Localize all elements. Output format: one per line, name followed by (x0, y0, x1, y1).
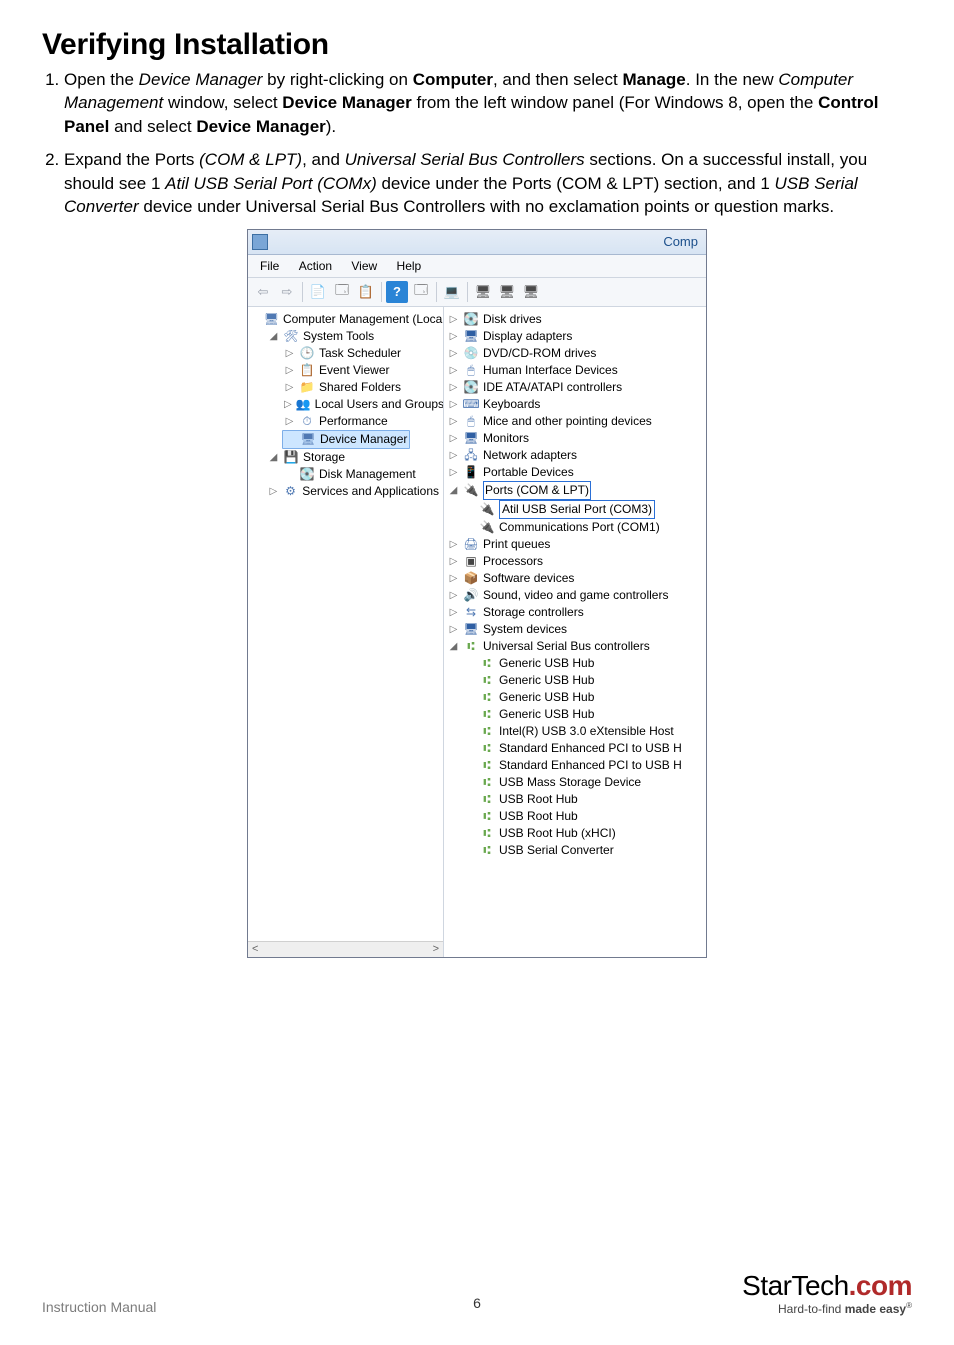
dev-com1[interactable]: ▷🔌Communications Port (COM1) (462, 519, 704, 536)
back-button[interactable]: ⇦ (252, 281, 274, 303)
dev-mice[interactable]: ▷🖱Mice and other pointing devices (446, 413, 704, 430)
menu-help[interactable]: Help (389, 257, 430, 275)
dev-usb-root-hub[interactable]: ▷⑆USB Root Hub (462, 808, 704, 825)
scroll-left-icon[interactable]: < (252, 943, 258, 955)
dev-storage-ctl[interactable]: ▷⇆Storage controllers (446, 604, 704, 621)
page-heading: Verifying Installation (42, 28, 912, 62)
separator (436, 282, 437, 302)
dev-portable[interactable]: ▷📱Portable Devices (446, 464, 704, 481)
menubar: File Action View Help (248, 255, 706, 278)
dev-usb-hub[interactable]: ▷⑆Generic USB Hub (462, 706, 704, 723)
scroll-right-icon[interactable]: > (433, 943, 439, 955)
footer-label: Instruction Manual (42, 1299, 156, 1315)
dev-monitors[interactable]: ▷🖥Monitors (446, 430, 704, 447)
tree-disk-management[interactable]: ▷💽Disk Management (282, 466, 441, 483)
toolbar-icon[interactable]: 💻 (441, 281, 463, 303)
toolbar-icon[interactable]: 🖥 (520, 281, 542, 303)
dev-intel-usb3[interactable]: ▷⑆Intel(R) USB 3.0 eXtensible Host (462, 723, 704, 740)
menu-view[interactable]: View (343, 257, 385, 275)
left-pane-scrollbar[interactable]: < > (248, 941, 443, 957)
window-titlebar[interactable]: Comp (248, 230, 706, 255)
separator (302, 282, 303, 302)
dev-usb-root-hub-xhci[interactable]: ▷⑆USB Root Hub (xHCI) (462, 825, 704, 842)
separator (467, 282, 468, 302)
toolbar-icon[interactable]: 📋 (355, 281, 377, 303)
left-pane: ▷🖥Computer Management (Local ◢🛠System To… (248, 307, 444, 957)
menu-action[interactable]: Action (291, 257, 340, 275)
page-footer: Instruction Manual 6 StarTech.com Hard-t… (0, 1272, 954, 1315)
brand-block: StarTech.com Hard-to-find made easy® (742, 1272, 912, 1315)
dev-sound[interactable]: ▷🔊Sound, video and game controllers (446, 587, 704, 604)
forward-button[interactable]: ⇨ (276, 281, 298, 303)
dev-keyboards[interactable]: ▷⌨Keyboards (446, 396, 704, 413)
dev-atil-serial[interactable]: ▷🔌Atil USB Serial Port (COM3) (462, 500, 704, 519)
tree-shared-folders[interactable]: ▷📁Shared Folders (282, 379, 441, 396)
device-tree-pane: ▷💽Disk drives ▷🖥Display adapters ▷💿DVD/C… (444, 307, 706, 957)
dev-usb-root-hub[interactable]: ▷⑆USB Root Hub (462, 791, 704, 808)
dev-print-queues[interactable]: ▷🖨Print queues (446, 536, 704, 553)
toolbar-icon[interactable]: 📄 (307, 281, 329, 303)
dev-system[interactable]: ▷🖥System devices (446, 621, 704, 638)
dev-disk-drives[interactable]: ▷💽Disk drives (446, 311, 704, 328)
dev-ports[interactable]: ◢🔌Ports (COM & LPT) (446, 481, 704, 500)
instruction-list: Open the Device Manager by right-clickin… (42, 68, 912, 219)
brand-logo: StarTech.com (742, 1272, 912, 1300)
dev-processors[interactable]: ▷▣Processors (446, 553, 704, 570)
dev-display-adapters[interactable]: ▷🖥Display adapters (446, 328, 704, 345)
app-icon (252, 234, 268, 250)
dev-software[interactable]: ▷📦Software devices (446, 570, 704, 587)
device-tree: ▷💽Disk drives ▷🖥Display adapters ▷💿DVD/C… (444, 307, 706, 863)
management-tree: ▷🖥Computer Management (Local ◢🛠System To… (248, 307, 443, 504)
help-button[interactable]: ? (386, 281, 408, 303)
toolbar-icon[interactable]: 🖥 (472, 281, 494, 303)
tree-event-viewer[interactable]: ▷📋Event Viewer (282, 362, 441, 379)
tree-services[interactable]: ▷⚙Services and Applications (266, 483, 441, 500)
dev-ide[interactable]: ▷💽IDE ATA/ATAPI controllers (446, 379, 704, 396)
toolbar: ⇦ ⇨ 📄 🗔 📋 ? 🗔 💻 🖥 🖥 🖥 (248, 278, 706, 307)
toolbar-icon[interactable]: 🗔 (410, 281, 432, 303)
dev-std-pci-usb[interactable]: ▷⑆Standard Enhanced PCI to USB H (462, 757, 704, 774)
tree-device-manager[interactable]: ▷🖥Device Manager (282, 430, 410, 449)
dev-dvd[interactable]: ▷💿DVD/CD-ROM drives (446, 345, 704, 362)
dev-usb-controllers[interactable]: ◢⑆Universal Serial Bus controllers (446, 638, 704, 655)
brand-tagline: Hard-to-find made easy® (742, 1302, 912, 1315)
dev-usb-hub[interactable]: ▷⑆Generic USB Hub (462, 672, 704, 689)
tree-system-tools[interactable]: ◢🛠System Tools (266, 328, 441, 345)
separator (381, 282, 382, 302)
toolbar-icon[interactable]: 🗔 (331, 281, 353, 303)
tree-local-users[interactable]: ▷👥Local Users and Groups (282, 396, 441, 413)
dev-usb-mass-storage[interactable]: ▷⑆USB Mass Storage Device (462, 774, 704, 791)
dev-usb-hub[interactable]: ▷⑆Generic USB Hub (462, 655, 704, 672)
tree-storage[interactable]: ◢💾Storage (266, 449, 441, 466)
tree-task-scheduler[interactable]: ▷🕒Task Scheduler (282, 345, 441, 362)
tree-performance[interactable]: ▷⏱Performance (282, 413, 441, 430)
tree-root[interactable]: ▷🖥Computer Management (Local (250, 311, 441, 328)
dev-network[interactable]: ▷🖧Network adapters (446, 447, 704, 464)
window-title: Comp (274, 234, 700, 249)
step-2: Expand the Ports (COM & LPT), and Univer… (64, 148, 912, 218)
dev-usb-serial-converter[interactable]: ▷⑆USB Serial Converter (462, 842, 704, 859)
page-number: 6 (473, 1295, 481, 1311)
step-1: Open the Device Manager by right-clickin… (64, 68, 912, 138)
dev-std-pci-usb[interactable]: ▷⑆Standard Enhanced PCI to USB H (462, 740, 704, 757)
menu-file[interactable]: File (252, 257, 287, 275)
dev-hid[interactable]: ▷🖱Human Interface Devices (446, 362, 704, 379)
toolbar-icon[interactable]: 🖥 (496, 281, 518, 303)
computer-management-window: Comp File Action View Help ⇦ ⇨ 📄 🗔 📋 ? 🗔… (247, 229, 707, 958)
dev-usb-hub[interactable]: ▷⑆Generic USB Hub (462, 689, 704, 706)
